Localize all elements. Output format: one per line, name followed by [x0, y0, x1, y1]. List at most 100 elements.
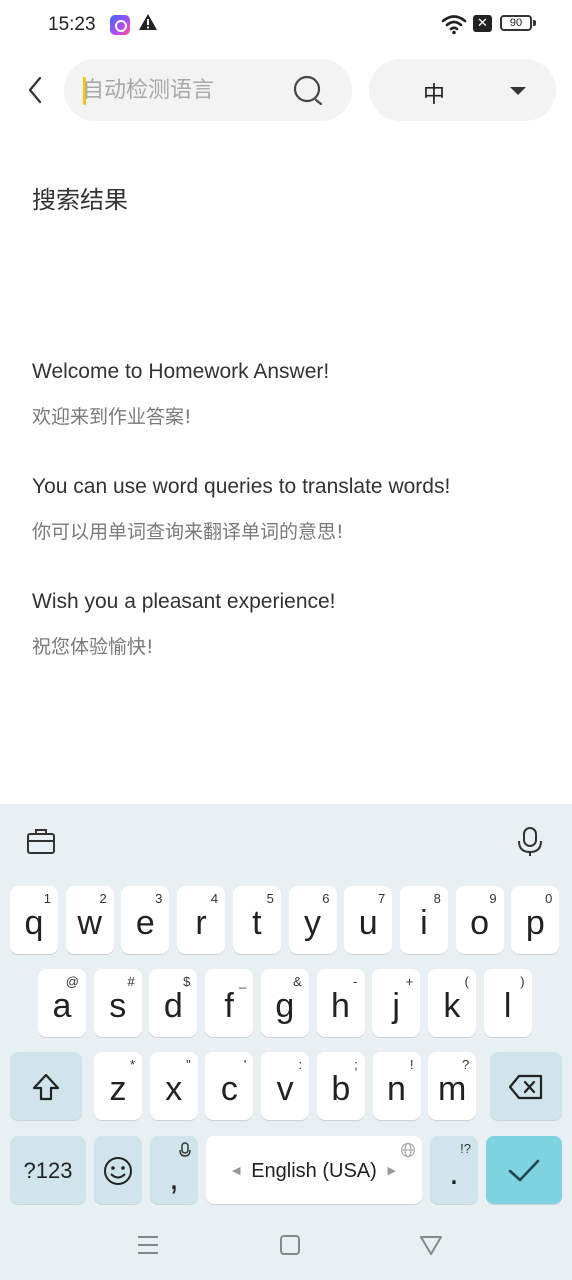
key-hint: 3 [155, 891, 163, 906]
key-z[interactable]: z * [94, 1052, 142, 1120]
key-hint: _ [238, 974, 247, 989]
key-n[interactable]: n! [372, 1052, 421, 1120]
key-label: p [525, 904, 545, 942]
results-title: 搜索结果 [32, 186, 128, 214]
back-button[interactable] [22, 72, 52, 108]
key-j[interactable]: j + [372, 969, 421, 1037]
key-hint: # [127, 974, 135, 989]
key-label: k [443, 987, 461, 1025]
emoji-key[interactable] [94, 1136, 142, 1204]
menu-icon[interactable] [137, 1234, 159, 1260]
key-k[interactable]: k( [427, 969, 476, 1037]
search-icon[interactable] [292, 73, 328, 113]
battery-icon: 90 [500, 15, 536, 31]
key-g[interactable]: g & [260, 969, 309, 1037]
emoji-icon [104, 1157, 132, 1185]
key-label: z [109, 1070, 127, 1108]
app-notification-icon [110, 15, 130, 35]
key-m[interactable]: m? [428, 1052, 477, 1120]
message-chinese: 欢迎来到作业答案! [32, 406, 192, 428]
key-label: y [304, 904, 321, 942]
key-hint: " [186, 1057, 191, 1072]
message-item: Wish you a pleasant experience! 祝您体验愉快! [32, 590, 336, 659]
key-hint: @ [65, 974, 79, 989]
language-selector[interactable]: 中 [369, 59, 556, 121]
message-item: Welcome to Homework Answer! 欢迎来到作业答案! [32, 360, 329, 429]
comma-label: , [169, 1159, 179, 1197]
back-triangle-icon[interactable] [419, 1234, 443, 1260]
backspace-icon [508, 1074, 543, 1100]
period-label: . [449, 1154, 459, 1192]
key-label: i [420, 904, 428, 942]
key-hint: ( [464, 974, 469, 989]
key-hint: 1 [43, 891, 51, 906]
key-s[interactable]: s # [93, 969, 142, 1037]
key-hint: * [129, 1057, 135, 1072]
key-hint: + [405, 974, 414, 989]
key-hint: 7 [377, 891, 386, 906]
status-time: 15:23 [48, 14, 96, 35]
key-l[interactable]: l) [483, 969, 532, 1037]
key-hint: 6 [322, 891, 330, 906]
home-icon[interactable] [279, 1234, 301, 1260]
key-hint: 2 [99, 891, 107, 906]
key-v[interactable]: v: [261, 1052, 310, 1120]
microphone-icon[interactable] [515, 826, 545, 862]
no-sim-icon: ✕ [473, 15, 492, 32]
enter-key[interactable] [486, 1136, 562, 1204]
key-hint: ! [409, 1057, 414, 1072]
period-hint: !? [460, 1141, 471, 1156]
key-c[interactable]: c ' [205, 1052, 254, 1120]
symbols-key[interactable]: ?123 [10, 1136, 86, 1204]
search-box[interactable] [64, 59, 352, 121]
key-hint: 0 [545, 891, 553, 906]
key-label: t [252, 904, 262, 942]
key-label: v [276, 1070, 294, 1108]
message-english: You can use word queries to translate wo… [32, 475, 451, 498]
key-a[interactable]: a @ [38, 969, 86, 1037]
key-label: x [165, 1070, 183, 1108]
key-label: a [52, 987, 72, 1025]
shift-key[interactable] [10, 1052, 82, 1120]
key-hint: ; [354, 1057, 358, 1072]
backspace-key[interactable] [490, 1052, 562, 1120]
message-chinese: 你可以用单词查询来翻译单词的意思! [32, 521, 344, 543]
key-w[interactable]: w2 [65, 886, 114, 954]
key-b[interactable]: b; [316, 1052, 365, 1120]
key-y[interactable]: y6 [288, 886, 337, 954]
key-hint: : [298, 1057, 303, 1072]
key-x[interactable]: x " [149, 1052, 198, 1120]
message-english: Welcome to Homework Answer! [32, 360, 330, 383]
chevron-left-icon: ◀ [232, 1165, 241, 1177]
key-u[interactable]: u7 [344, 886, 393, 954]
key-e[interactable]: e3 [121, 886, 170, 954]
spacebar-key[interactable]: ◀ English (USA) ▶ [206, 1136, 422, 1204]
key-label: n [387, 1070, 406, 1108]
key-o[interactable]: o9 [455, 886, 504, 954]
key-label: u [358, 904, 378, 942]
key-hint: - [353, 974, 358, 989]
key-f[interactable]: f _ [205, 969, 254, 1037]
period-key[interactable]: . !? [430, 1136, 478, 1204]
search-input[interactable] [82, 59, 282, 121]
status-bar: 15:23 ✕ 90 [0, 0, 572, 50]
key-t[interactable]: t5 [232, 886, 281, 954]
microphone-hint-icon [179, 1142, 191, 1157]
key-p[interactable]: p0 [511, 886, 560, 954]
key-label: f [224, 987, 234, 1025]
key-q[interactable]: q1 [10, 886, 58, 954]
message-chinese: 祝您体验愉快! [32, 636, 154, 658]
clipboard-icon[interactable] [26, 826, 56, 860]
comma-key[interactable]: , [150, 1136, 198, 1204]
key-hint: & [293, 974, 302, 989]
key-label: l [503, 987, 512, 1025]
key-h[interactable]: h- [316, 969, 365, 1037]
key-hint: ' [243, 1057, 247, 1072]
key-r[interactable]: r4 [177, 886, 226, 954]
message-item: You can use word queries to translate wo… [32, 475, 450, 544]
key-label: r [195, 904, 207, 942]
key-d[interactable]: d $ [149, 969, 198, 1037]
key-label: c [220, 1070, 238, 1108]
spacebar-label: English (USA) [251, 1160, 377, 1182]
key-i[interactable]: i8 [399, 886, 448, 954]
